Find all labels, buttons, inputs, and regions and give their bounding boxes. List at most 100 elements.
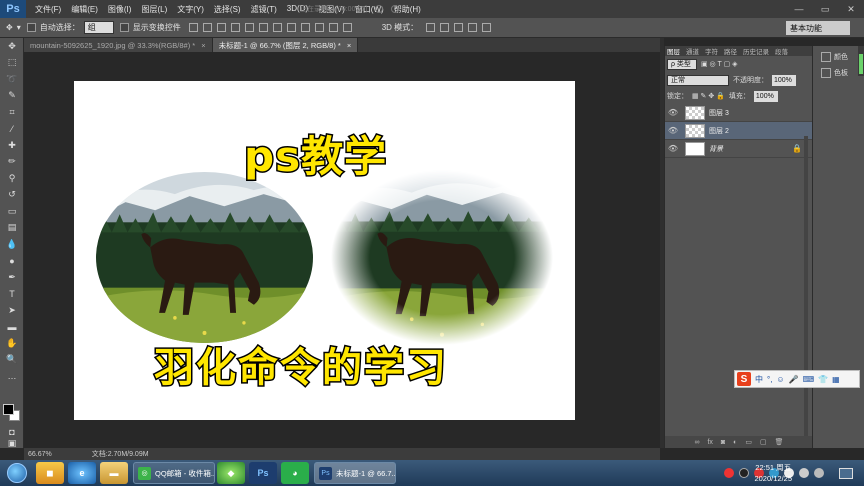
- maximize-icon[interactable]: ▭: [812, 0, 838, 18]
- taskbar-app-icon-2[interactable]: ◆: [217, 462, 245, 484]
- history-brush-tool-icon[interactable]: ↺: [0, 187, 24, 204]
- move-tool-icon[interactable]: ✥: [0, 38, 24, 55]
- foreground-color-swatch[interactable]: [3, 404, 14, 415]
- sogou-logo-icon[interactable]: S: [737, 372, 751, 386]
- color-panel-button[interactable]: 颜色: [813, 46, 864, 62]
- link-layers-icon[interactable]: ∞: [694, 439, 699, 446]
- tab-layers[interactable]: 图层: [667, 46, 680, 56]
- voice-icon[interactable]: 🎤: [789, 375, 799, 384]
- layer-name[interactable]: 图层 2: [709, 126, 729, 136]
- distribute-middle-icon[interactable]: [286, 23, 296, 32]
- filter-icons[interactable]: ▣ ◎ T ▢ ◈: [701, 60, 738, 68]
- align-left-icon[interactable]: [230, 23, 240, 32]
- tab-close-icon[interactable]: ×: [201, 41, 205, 50]
- tab-channels[interactable]: 通道: [686, 46, 699, 56]
- distribute-top-icon[interactable]: [272, 23, 282, 32]
- clone-stamp-tool-icon[interactable]: ⚲: [0, 170, 24, 187]
- layer-kind-filter[interactable]: ρ 类型: [667, 58, 697, 70]
- visibility-eye-icon[interactable]: 👁: [665, 144, 681, 153]
- align-top-icon[interactable]: [188, 23, 198, 32]
- marquee-tool-icon[interactable]: ⬚: [0, 55, 24, 72]
- tab-mountain[interactable]: mountain-5092625_1920.jpg @ 33.3%(RGB/8#…: [24, 38, 213, 52]
- new-group-icon[interactable]: ▭: [745, 438, 752, 446]
- tray-app-icon[interactable]: [724, 468, 734, 478]
- hard-edge-ellipse-photo[interactable]: [96, 172, 313, 343]
- shape-tool-icon[interactable]: ▬: [0, 319, 24, 336]
- path-select-tool-icon[interactable]: ➤: [0, 302, 24, 319]
- lasso-tool-icon[interactable]: ➰: [0, 71, 24, 88]
- start-button[interactable]: [0, 460, 34, 486]
- swatches-panel-button[interactable]: 色板: [813, 62, 864, 78]
- zoom-level[interactable]: 66.67%: [28, 451, 52, 458]
- layer-row-background[interactable]: 👁 背景 🔒: [665, 140, 812, 158]
- layer-name[interactable]: 图层 3: [709, 108, 729, 118]
- more-tools-icon[interactable]: …: [0, 368, 24, 385]
- fx-icon[interactable]: fx: [707, 439, 712, 446]
- visibility-eye-icon[interactable]: 👁: [665, 108, 681, 117]
- lock-icons[interactable]: ▦ ✎ ✥ 🔒: [692, 92, 725, 100]
- workspace-dropdown[interactable]: 基本功能: [786, 21, 850, 35]
- opacity-input[interactable]: 100%: [772, 74, 796, 86]
- emoji-icon[interactable]: ☺: [776, 375, 784, 384]
- menu-file[interactable]: 文件(F): [30, 4, 66, 15]
- type-tool-icon[interactable]: T: [0, 286, 24, 303]
- healing-brush-tool-icon[interactable]: ✚: [0, 137, 24, 154]
- close-icon[interactable]: ✕: [838, 0, 864, 18]
- align-center-icon[interactable]: [244, 23, 254, 32]
- record-icon[interactable]: [375, 5, 384, 13]
- menu-select[interactable]: 选择(S): [209, 4, 246, 15]
- distribute-center-icon[interactable]: [328, 23, 338, 32]
- clock[interactable]: 22:51 周五 2020/12/25: [754, 462, 792, 484]
- align-middle-icon[interactable]: [202, 23, 212, 32]
- distribute-bottom-icon[interactable]: [300, 23, 310, 32]
- adjustment-layer-icon[interactable]: ◐: [733, 439, 737, 446]
- tools-icon[interactable]: ▦: [832, 375, 840, 384]
- align-bottom-icon[interactable]: [216, 23, 226, 32]
- show-desktop-button[interactable]: [828, 460, 864, 486]
- dodge-tool-icon[interactable]: ●: [0, 253, 24, 270]
- menu-type[interactable]: 文字(Y): [172, 4, 209, 15]
- crop-tool-icon[interactable]: ⌗: [0, 104, 24, 121]
- auto-select-checkbox[interactable]: [26, 23, 36, 32]
- align-right-icon[interactable]: [258, 23, 268, 32]
- menu-image[interactable]: 图像(I): [103, 4, 137, 15]
- layer-name[interactable]: 背景: [709, 144, 723, 154]
- color-swatches[interactable]: [3, 404, 21, 422]
- stop-icon[interactable]: [391, 5, 400, 13]
- 3d-slide-icon[interactable]: [468, 23, 478, 32]
- keyboard-icon[interactable]: ⌨: [803, 375, 815, 384]
- taskbar-app-icon[interactable]: ◼: [36, 462, 64, 484]
- hand-tool-icon[interactable]: ✋: [0, 335, 24, 352]
- feathered-ellipse-photo[interactable]: [331, 170, 553, 345]
- skin-icon[interactable]: 👕: [818, 375, 828, 384]
- document-canvas[interactable]: ps教学 羽化命令的学习: [74, 81, 575, 420]
- new-layer-icon[interactable]: ▢: [760, 438, 767, 446]
- fill-input[interactable]: 100%: [753, 90, 778, 102]
- screen-mode-icon[interactable]: ▣: [0, 438, 24, 448]
- tab-untitled[interactable]: 未标题-1 @ 66.7% (图层 2, RGB/8) * ×: [212, 38, 359, 52]
- tab-character[interactable]: 字符: [705, 46, 718, 56]
- brush-tool-icon[interactable]: ✏: [0, 154, 24, 171]
- gradient-tool-icon[interactable]: ▤: [0, 220, 24, 237]
- menu-edit[interactable]: 编辑(E): [66, 4, 103, 15]
- 3d-pan-icon[interactable]: [454, 23, 464, 32]
- menu-filter[interactable]: 滤镜(T): [246, 4, 282, 15]
- menu-layer[interactable]: 图层(L): [136, 4, 172, 15]
- distribute-left-icon[interactable]: [314, 23, 324, 32]
- move-tool-preset[interactable]: ✥ ▾: [6, 23, 21, 32]
- quick-select-tool-icon[interactable]: ✎: [0, 88, 24, 105]
- add-mask-icon[interactable]: ◙: [721, 439, 725, 446]
- 3d-scale-icon[interactable]: [482, 23, 492, 32]
- tab-paragraph[interactable]: 段落: [775, 46, 788, 56]
- auto-select-dropdown[interactable]: 组: [83, 21, 114, 34]
- volume-icon[interactable]: [799, 468, 809, 478]
- eraser-tool-icon[interactable]: ▭: [0, 203, 24, 220]
- zoom-tool-icon[interactable]: 🔍: [0, 352, 24, 369]
- 3d-rotate-icon[interactable]: [426, 23, 436, 32]
- taskbar-qqmail[interactable]: ◎ QQ邮箱 - 收件箱...: [133, 462, 215, 484]
- distribute-right-icon[interactable]: [342, 23, 352, 32]
- wechat-icon[interactable]: ◕: [281, 462, 309, 484]
- eyedropper-tool-icon[interactable]: ⁄: [0, 121, 24, 138]
- flag-icon[interactable]: [814, 468, 824, 478]
- visibility-eye-icon[interactable]: 👁: [665, 126, 681, 135]
